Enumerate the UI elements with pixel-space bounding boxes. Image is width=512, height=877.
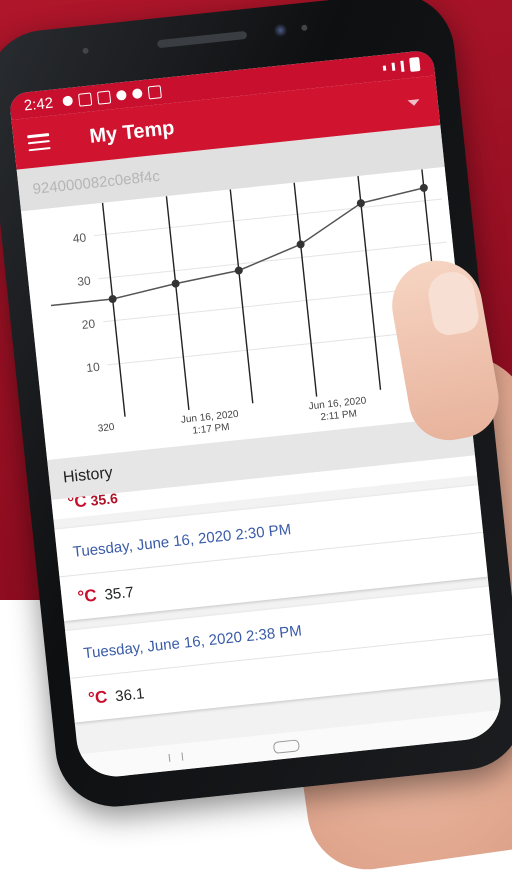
- gridline-vertical: [357, 175, 382, 390]
- y-tick-label: 30: [77, 274, 92, 289]
- dropdown-arrow-icon[interactable]: [407, 99, 421, 107]
- gridline-vertical: [101, 202, 126, 417]
- signal-bar: [382, 65, 387, 71]
- x-tick-label-time: 2:11 PM: [320, 408, 357, 423]
- gridline-horizontal: [98, 241, 447, 280]
- gridline-vertical: [165, 196, 190, 411]
- app-title: My Temp: [88, 116, 176, 148]
- temperature-value: 35.7: [103, 583, 135, 604]
- notification-box-icon: [97, 89, 112, 105]
- notification-mail-icon: [147, 84, 163, 99]
- gridline-vertical: [293, 182, 318, 397]
- y-tick-label: 10: [86, 360, 101, 375]
- series-line: [50, 187, 425, 307]
- notification-box-icon: [78, 91, 93, 107]
- home-icon[interactable]: [272, 739, 300, 754]
- notification-circle-icon: [132, 88, 144, 100]
- y-tick-label: 20: [81, 317, 96, 332]
- data-point: [234, 266, 243, 275]
- x-tick-label-time: 1:17 PM: [192, 422, 230, 437]
- battery-icon: [409, 56, 421, 72]
- gridline-horizontal: [93, 198, 443, 237]
- celsius-unit: °C: [76, 585, 98, 607]
- menu-icon[interactable]: [27, 133, 51, 152]
- data-point: [108, 294, 117, 303]
- y-tick-label: 40: [72, 230, 87, 245]
- notification-circle-icon: [116, 89, 128, 101]
- recent-apps-icon[interactable]: [168, 752, 184, 762]
- celsius-unit: °C: [87, 687, 109, 709]
- temperature-value: 36.1: [114, 684, 146, 705]
- data-point: [419, 183, 428, 192]
- notification-dot-icon: [62, 95, 74, 107]
- x-tick-label: 320: [97, 422, 115, 435]
- signal-bar: [391, 62, 396, 71]
- data-point: [171, 279, 180, 288]
- signal-bar: [400, 60, 405, 72]
- gridline-vertical: [229, 189, 254, 404]
- status-time: 2:42: [23, 94, 54, 114]
- system-icons: [382, 56, 421, 75]
- data-point: [296, 240, 305, 249]
- data-point: [356, 199, 365, 208]
